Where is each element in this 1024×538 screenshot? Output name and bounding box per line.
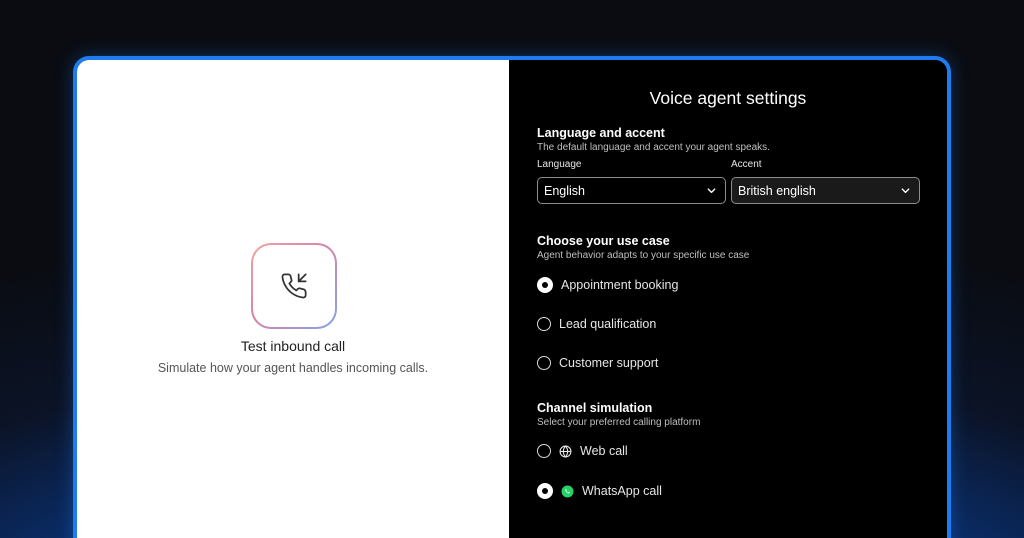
test-call-title: Test inbound call: [240, 338, 346, 354]
radio-button[interactable]: [537, 444, 551, 458]
accent-select-value: British english: [738, 183, 816, 198]
channel-section-heading: Channel simulation: [537, 401, 653, 415]
radio-button-selected[interactable]: [537, 483, 553, 499]
test-call-subtitle: Simulate how your agent handles incoming…: [157, 361, 429, 375]
chevron-down-icon: [707, 188, 716, 194]
globe-icon: [559, 444, 572, 458]
option-label: Lead qualification: [559, 317, 657, 331]
app-window: Test inbound call Simulate how your agen…: [73, 56, 951, 538]
radio-button[interactable]: [537, 356, 551, 370]
use-case-option-appointment-booking[interactable]: Appointment booking: [537, 277, 678, 293]
accent-label: Accent: [731, 159, 762, 170]
test-call-panel: Test inbound call Simulate how your agen…: [77, 60, 509, 538]
phone-incoming-icon: [281, 273, 307, 299]
accent-select[interactable]: British english: [731, 177, 920, 204]
language-select-value: English: [544, 183, 585, 198]
option-label: Appointment booking: [561, 278, 679, 292]
whatsapp-icon: [561, 485, 574, 498]
test-inbound-call-button[interactable]: [251, 243, 337, 329]
settings-title: Voice agent settings: [649, 88, 807, 108]
settings-panel: Voice agent settings Language and accent…: [509, 60, 947, 538]
language-label: Language: [537, 159, 582, 170]
channel-section-description: Select your preferred calling platform: [537, 417, 701, 428]
option-label: WhatsApp call: [582, 484, 662, 498]
use-case-section-description: Agent behavior adapts to your specific u…: [537, 250, 750, 261]
radio-button-selected[interactable]: [537, 277, 553, 293]
language-select[interactable]: English: [537, 177, 726, 204]
language-section-heading: Language and accent: [537, 126, 665, 140]
chevron-down-icon: [901, 188, 910, 194]
language-section-description: The default language and accent your age…: [537, 142, 770, 153]
use-case-option-customer-support[interactable]: Customer support: [537, 356, 658, 370]
option-label: Customer support: [559, 356, 659, 370]
radio-button[interactable]: [537, 317, 551, 331]
option-label: Web call: [580, 444, 628, 458]
channel-option-whatsapp-call[interactable]: WhatsApp call: [537, 483, 662, 499]
use-case-option-lead-qualification[interactable]: Lead qualification: [537, 317, 656, 331]
channel-option-web-call[interactable]: Web call: [537, 444, 628, 458]
use-case-section-heading: Choose your use case: [537, 234, 670, 248]
